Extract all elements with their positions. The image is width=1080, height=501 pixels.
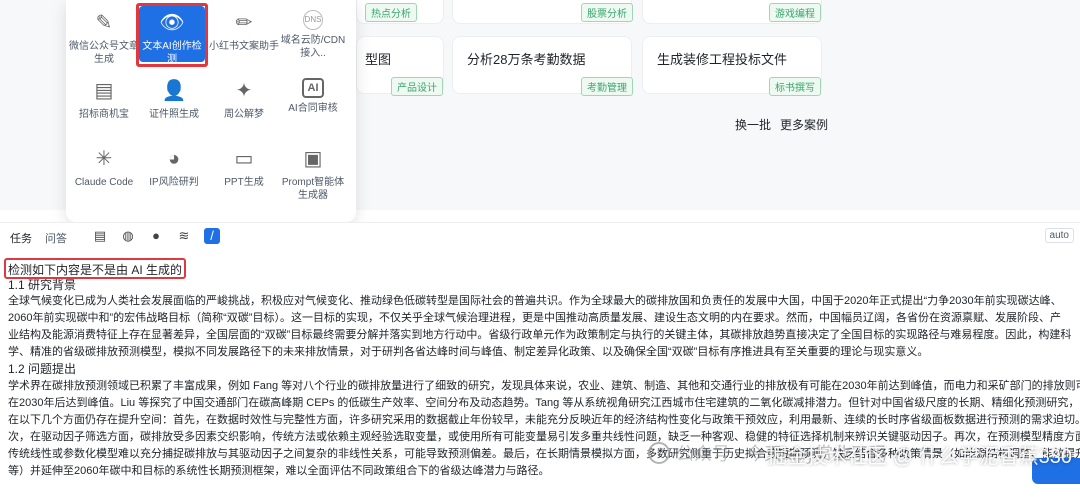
refresh-cases-link[interactable]: 换一批 xyxy=(735,116,771,133)
globe-icon[interactable]: ◍ xyxy=(120,228,136,244)
highlight-box-tool xyxy=(136,3,208,67)
tool-picker-popup: ✎ 微信公众号文章生成 👁 文本AI创作检测 ✏ 小红书文案助手 DNS 域名云… xyxy=(66,0,356,222)
tool-label: 域名云防/CDN接入.. xyxy=(280,35,346,59)
case-card[interactable]: 型图 产品设计 xyxy=(356,36,444,96)
ai-detect-tool-icon[interactable]: / xyxy=(204,228,220,244)
document-edit-icon: ✎ xyxy=(95,12,113,34)
section-heading: 1.2 问题提出 xyxy=(8,362,77,376)
printer-icon: ▤ xyxy=(94,80,114,102)
case-title: 分析28万条考勤数据 xyxy=(467,52,586,67)
more-cases-link[interactable]: 更多案例 xyxy=(780,116,828,133)
layers-icon[interactable]: ≋ xyxy=(176,228,192,244)
tool-label: 招标商机宝 xyxy=(79,109,129,120)
sparkle-icon: ✦ xyxy=(235,80,253,102)
tool-label: PPT生成 xyxy=(224,177,264,188)
case-card[interactable]: 分析28万条考勤数据 考勤管理 xyxy=(452,36,633,96)
tool-bid-opportunity[interactable]: ▤ 招标商机宝 xyxy=(69,78,139,121)
highlight-box-prompt xyxy=(4,258,186,279)
model-select[interactable]: auto xyxy=(1044,228,1074,243)
tool-ai-contract-review[interactable]: AI AI合同审核 xyxy=(278,78,348,115)
case-title: 生成装修工程投标文件 xyxy=(657,52,788,67)
tool-label: 证件照生成 xyxy=(149,109,199,120)
save-icon: ▣ xyxy=(303,148,323,170)
tool-label: Prompt智能体生成器 xyxy=(281,177,345,201)
case-card[interactable]: 生成装修工程投标文件 标书撰写 xyxy=(642,36,822,96)
input-toolbar: 任务 问答 ▤ ◍ ● ≋ / auto xyxy=(0,222,1080,252)
tool-prompt-agent[interactable]: ▣ Prompt智能体生成器 xyxy=(278,146,348,202)
tool-label: Claude Code xyxy=(74,177,134,188)
tool-label: AI合同审核 xyxy=(288,103,338,114)
case-card[interactable]: 热点分析 xyxy=(356,0,444,24)
dns-icon: DNS xyxy=(303,10,323,30)
person-icon: 👤 xyxy=(161,80,187,102)
tool-ip-risk[interactable]: ◕ IP风险研判 xyxy=(139,146,209,189)
tool-id-photo[interactable]: 👤 证件照生成 xyxy=(139,78,209,121)
tool-domain-cdn[interactable]: DNS 域名云防/CDN接入.. xyxy=(278,10,348,60)
paragraph-line: 学术界在碳排放预测领域已积累了丰富成果，例如 Fang 等对八个行业的碳排放量进… xyxy=(8,380,1080,392)
asterisk-icon: ✳ xyxy=(95,148,113,170)
case-tag: 产品设计 xyxy=(391,77,443,96)
case-tag: 游戏编程 xyxy=(769,3,821,22)
tool-label: IP风险研判 xyxy=(149,177,199,188)
paragraph-line: 在2030年后达到峰值。Liu 等探究了中国交通部门在碳高峰期 CEPs 的低碳… xyxy=(8,397,1080,409)
paragraph-line: 2060年前实现碳中和”的宏伟战略目标（简称“双碳”目标）。这一目标的实现，不仅… xyxy=(8,312,1061,324)
case-card[interactable]: 游戏编程 xyxy=(642,0,822,24)
brain-icon: ◕ xyxy=(167,148,181,170)
tool-xiaohongshu-copy[interactable]: ✏ 小红书文案助手 xyxy=(209,10,279,53)
watermark-text: 掘金技术社区 @ 什么学泥香蕉330 xyxy=(767,446,1072,468)
location-icon[interactable]: ● xyxy=(148,228,164,244)
tab-qa[interactable]: 问答 xyxy=(45,230,67,246)
tool-label: 周公解梦 xyxy=(224,109,264,120)
case-tag: 热点分析 xyxy=(365,3,417,22)
paragraph-line: 在以下几个方面仍存在提升空间：首先，在数据时效性与完整性方面，许多研究采用的数据… xyxy=(8,414,1080,426)
tool-label: 微信公众号文章生成 xyxy=(69,41,139,65)
tab-task[interactable]: 任务 xyxy=(10,230,32,246)
tool-wechat-article[interactable]: ✎ 微信公众号文章生成 xyxy=(69,10,139,66)
presentation-icon: ▭ xyxy=(234,148,254,170)
case-tag: 股票分析 xyxy=(581,3,633,22)
document-icon[interactable]: ▤ xyxy=(92,228,108,244)
paragraph-line: 学、精准的省级碳排放预测模型，模拟不同发展路径下的未来排放情景，对于研判各省达峰… xyxy=(8,346,929,358)
case-tag: 标书撰写 xyxy=(769,77,821,96)
case-card[interactable]: 股票分析 xyxy=(452,0,633,24)
paragraph-line: 全球气候变化已成为人类社会发展面临的严峻挑战，积极应对气候变化、推动绿色低碳转型… xyxy=(8,295,1062,307)
pencil-icon: ✏ xyxy=(235,12,253,34)
tool-dream-interpretation[interactable]: ✦ 周公解梦 xyxy=(209,78,279,121)
tool-claude-code[interactable]: ✳ Claude Code xyxy=(69,146,139,189)
tool-ppt-generate[interactable]: ▭ PPT生成 xyxy=(209,146,279,189)
case-title: 型图 xyxy=(365,52,392,67)
wechat-watermark-icon xyxy=(648,442,670,464)
tool-label: 小红书文案助手 xyxy=(209,41,279,52)
case-tag: 考勤管理 xyxy=(581,77,633,96)
paragraph-line: 业结构及能源消费特征上存在显著差异，全国层面的“双碳”目标最终需要分解并落实到地… xyxy=(8,329,1072,341)
paragraph-line: 等）并延伸至2060年碳中和目标的系统性长期预测框架，难以全面评估不同政策组合下… xyxy=(8,465,550,477)
ai-chat-icon: AI xyxy=(302,78,324,98)
